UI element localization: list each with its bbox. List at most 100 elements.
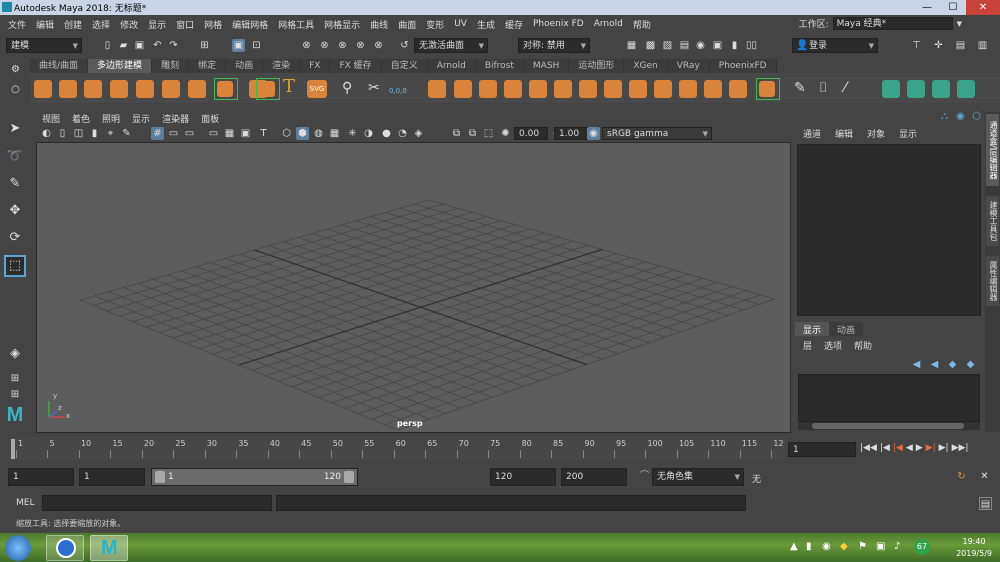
shelf-menu-icon[interactable]: ⚙ — [9, 63, 22, 76]
default-material-icon[interactable]: ◍ — [312, 127, 325, 140]
menu-surfaces[interactable]: 曲面 — [394, 18, 422, 31]
menu-file[interactable]: 文件 — [4, 18, 32, 31]
minimize-button[interactable]: — — [914, 0, 940, 15]
maximize-button[interactable]: ☐ — [940, 0, 966, 15]
xray-icon[interactable]: ⧉ — [466, 127, 479, 140]
new-layer-icon[interactable]: ◆ — [946, 358, 959, 371]
scale-tool-icon[interactable]: ⬚ — [4, 255, 26, 277]
gamma-field[interactable]: 1.00 — [554, 127, 588, 140]
layer-tab-anim[interactable]: 动画 — [829, 322, 864, 336]
range-handle-left[interactable] — [155, 471, 165, 483]
attribute-editor-icon[interactable]: ▤ — [954, 39, 967, 52]
menu-create[interactable]: 创建 — [60, 18, 88, 31]
separate-icon[interactable] — [454, 80, 472, 98]
menu-help[interactable]: 帮助 — [629, 18, 657, 31]
rotate-tool-icon[interactable]: ⟳ — [6, 229, 24, 247]
poly-disc-icon[interactable] — [188, 80, 206, 98]
menu-window[interactable]: 窗口 — [172, 18, 200, 31]
channel-box-menu-show[interactable]: 显示 — [899, 127, 917, 140]
tray-icon-4[interactable]: ▣ — [876, 541, 885, 552]
menu-mesh[interactable]: 网格 — [200, 18, 228, 31]
select-component-icon[interactable]: ⊡ — [250, 39, 263, 52]
tab-poly-modeling[interactable]: 多边形建模 — [88, 59, 153, 73]
render-setup-icon[interactable]: ▣ — [711, 39, 724, 52]
tab-bifrost[interactable]: Bifrost — [475, 59, 524, 73]
step-back-key-icon[interactable]: |◀ — [880, 443, 890, 457]
snap-curve-icon[interactable]: ⊗ — [318, 39, 331, 52]
channel-box-menu-object[interactable]: 对象 — [867, 127, 885, 140]
playback-start-field[interactable]: 1 — [79, 468, 145, 486]
image-plane-icon[interactable]: ▮ — [88, 127, 101, 140]
poly-cone-icon[interactable] — [110, 80, 128, 98]
edge-loop-icon[interactable] — [704, 80, 722, 98]
tab-custom[interactable]: 自定义 — [381, 59, 428, 73]
menu-uv[interactable]: UV — [450, 19, 473, 29]
step-forward-key-icon[interactable]: ▶| — [939, 443, 949, 457]
play-forwards-icon[interactable]: ▶ — [916, 443, 923, 457]
menu-display[interactable]: 显示 — [144, 18, 172, 31]
menu-edit-mesh[interactable]: 编辑网格 — [228, 18, 274, 31]
hypershade-icon[interactable]: ◉ — [694, 39, 707, 52]
color-management-icon[interactable]: ◉ — [587, 127, 600, 140]
step-forward-frame-icon[interactable]: ▶| — [926, 443, 936, 457]
animation-end-field[interactable]: 200 — [561, 468, 627, 486]
grid-toggle-icon[interactable]: # — [151, 127, 164, 140]
resolution-gate-icon[interactable]: ▭ — [183, 127, 196, 140]
tab-sculpting[interactable]: 雕刻 — [152, 59, 190, 73]
uv-layout-icon[interactable] — [957, 80, 975, 98]
snap-grid-icon[interactable]: ⊗ — [300, 39, 313, 52]
taskbar-browser[interactable] — [46, 535, 84, 561]
menu-generate[interactable]: 生成 — [473, 18, 501, 31]
play-backwards-icon[interactable]: ◀ — [906, 443, 913, 457]
tab-rendering[interactable]: 渲染 — [263, 59, 301, 73]
viewport-menu-renderer[interactable]: 渲染器 — [156, 111, 195, 125]
side-tab-modeling-toolkit[interactable]: 建模工具包 — [986, 196, 999, 246]
motion-blur-icon[interactable]: ◔ — [396, 127, 409, 140]
tool-settings-icon[interactable]: ▥ — [976, 39, 989, 52]
tab-rigging[interactable]: 绑定 — [189, 59, 227, 73]
select-tool-icon[interactable]: ➤ — [6, 120, 24, 138]
script-editor-icon[interactable]: ▤ — [979, 497, 992, 510]
current-time-indicator[interactable] — [11, 439, 15, 459]
taskbar-clock[interactable]: 19:40 2019/5/9 — [956, 536, 992, 560]
menu-phoenix-fd[interactable]: Phoenix FD — [529, 19, 590, 29]
snap-point-icon[interactable]: ⊗ — [336, 39, 349, 52]
crease-icon[interactable]: ⌷ — [819, 80, 837, 98]
channel-box-content[interactable] — [797, 144, 981, 316]
type-tool-icon[interactable]: T — [283, 76, 301, 97]
menu-mesh-tools[interactable]: 网格工具 — [274, 18, 320, 31]
render-frame-icon[interactable]: ▩ — [644, 39, 657, 52]
chevron-down-icon[interactable]: ▼ — [957, 20, 962, 28]
merge-icon[interactable] — [629, 80, 647, 98]
channel-box-menu-edit[interactable]: 编辑 — [835, 127, 853, 140]
viewport-menu-shading[interactable]: 着色 — [66, 111, 96, 125]
poly-plane-icon[interactable] — [162, 80, 180, 98]
anim-layer-label[interactable]: 无 — [752, 472, 761, 485]
start-button[interactable] — [5, 535, 31, 561]
combine-icon[interactable] — [428, 80, 446, 98]
grease-pencil-icon[interactable]: ✎ — [120, 127, 133, 140]
tab-mash[interactable]: MASH — [523, 59, 570, 73]
menu-edit[interactable]: 编辑 — [32, 18, 60, 31]
poly-torus-icon[interactable] — [136, 80, 154, 98]
use-all-lights-icon[interactable]: ✳ — [346, 127, 359, 140]
tray-badge[interactable]: 67 — [914, 539, 930, 555]
exposure-icon[interactable]: ✺ — [499, 127, 512, 140]
new-scene-icon[interactable]: ▯ — [101, 39, 114, 52]
select-object-icon[interactable]: ▣ — [232, 39, 245, 52]
ambient-occlusion-icon[interactable]: ● — [380, 127, 393, 140]
snap-view-icon[interactable]: ⊗ — [354, 39, 367, 52]
layer-list[interactable] — [798, 374, 980, 422]
sculpt-icon[interactable]: ⁄ — [844, 80, 862, 98]
tray-icon-1[interactable]: ◉ — [822, 541, 831, 552]
menu-arnold[interactable]: Arnold — [590, 19, 629, 29]
tray-icon-3[interactable]: ⚑ — [858, 541, 867, 552]
camera-attributes-icon[interactable]: ▯ — [56, 127, 69, 140]
current-frame-field[interactable]: 1 — [788, 442, 856, 457]
tab-fx[interactable]: FX — [300, 59, 331, 73]
character-set-dropdown[interactable]: 无角色集 — [652, 468, 744, 486]
layer-scrollbar[interactable] — [798, 422, 980, 430]
tab-vray[interactable]: VRay — [667, 59, 710, 73]
gate-mask-icon[interactable]: ▭ — [207, 127, 220, 140]
platonic-solid-icon[interactable] — [214, 78, 238, 100]
